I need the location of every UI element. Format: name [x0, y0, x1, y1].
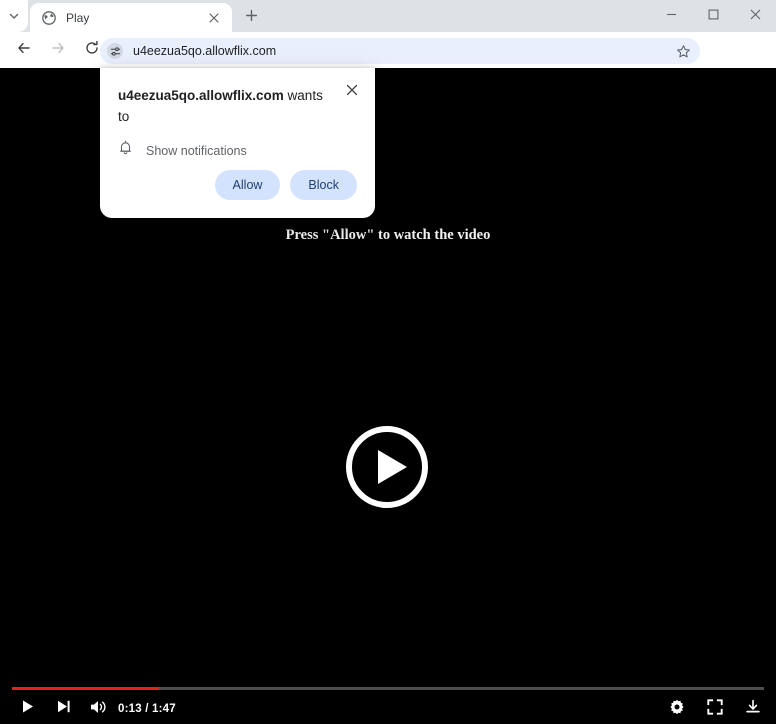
maximize-icon — [708, 7, 719, 25]
minimize-button[interactable] — [650, 0, 692, 32]
control-buttons-row: 0:13 / 1:47 — [0, 694, 776, 724]
progress-bar[interactable] — [12, 687, 764, 690]
address-bar[interactable]: u4eezua5qo.allowflix.com — [100, 38, 700, 64]
tab-play[interactable]: Play — [30, 3, 232, 32]
block-button[interactable]: Block — [290, 170, 357, 200]
time-display: 0:13 / 1:47 — [118, 703, 176, 715]
overlay-instruction-text: Press "Allow" to watch the video — [285, 227, 491, 243]
play-circle-icon[interactable] — [345, 425, 429, 509]
play-icon — [20, 699, 35, 719]
permission-dialog-actions: Allow Block — [214, 170, 357, 200]
close-icon — [346, 83, 358, 101]
tab-close-button[interactable] — [206, 10, 222, 26]
permission-origin: u4eezua5qo.allowflix.com — [118, 88, 284, 103]
next-track-icon — [56, 699, 71, 719]
window-controls — [650, 0, 776, 32]
star-icon[interactable] — [674, 42, 692, 60]
close-window-button[interactable] — [734, 0, 776, 32]
back-button[interactable] — [10, 36, 38, 64]
settings-button[interactable] — [662, 694, 692, 724]
notification-permission-dialog: u4eezua5qo.allowflix.com wants to Show n… — [100, 68, 375, 218]
back-arrow-icon — [16, 40, 32, 61]
forward-arrow-icon — [50, 40, 66, 61]
site-settings-icon[interactable] — [107, 43, 123, 59]
video-controls-bar: 0:13 / 1:47 — [0, 676, 776, 724]
forward-button[interactable] — [44, 36, 72, 64]
progress-bar-fill — [12, 687, 159, 690]
maximize-button[interactable] — [692, 0, 734, 32]
plus-icon — [245, 9, 258, 27]
url-text[interactable]: u4eezua5qo.allowflix.com — [133, 44, 276, 58]
browser-window: Play u4eezua5qo.allowflix.com Press "All… — [0, 0, 776, 724]
download-button[interactable] — [738, 694, 768, 724]
chevron-down-icon — [8, 10, 20, 22]
fullscreen-button[interactable] — [700, 694, 730, 724]
permission-request-label: Show notifications — [146, 143, 247, 158]
permission-request-item: Show notifications — [118, 140, 247, 161]
minimize-icon — [666, 7, 677, 25]
reload-icon — [84, 40, 100, 61]
download-icon — [745, 699, 761, 720]
volume-button[interactable] — [84, 694, 114, 724]
play-button[interactable] — [12, 694, 42, 724]
next-track-button[interactable] — [48, 694, 78, 724]
allow-button[interactable]: Allow — [214, 170, 281, 200]
tab-search-button[interactable] — [0, 0, 28, 32]
close-icon — [750, 7, 761, 25]
new-tab-button[interactable] — [238, 5, 264, 31]
permission-dialog-title: u4eezua5qo.allowflix.com wants to — [118, 85, 333, 127]
volume-high-icon — [90, 699, 108, 720]
browser-toolbar: u4eezua5qo.allowflix.com — [0, 32, 776, 92]
gear-icon — [669, 699, 685, 720]
tab-strip: Play — [0, 0, 776, 32]
globe-icon — [41, 10, 57, 26]
fullscreen-icon — [707, 698, 723, 720]
permission-dialog-close-button[interactable] — [343, 83, 361, 101]
bell-icon — [118, 140, 133, 161]
tab-title: Play — [66, 10, 90, 25]
